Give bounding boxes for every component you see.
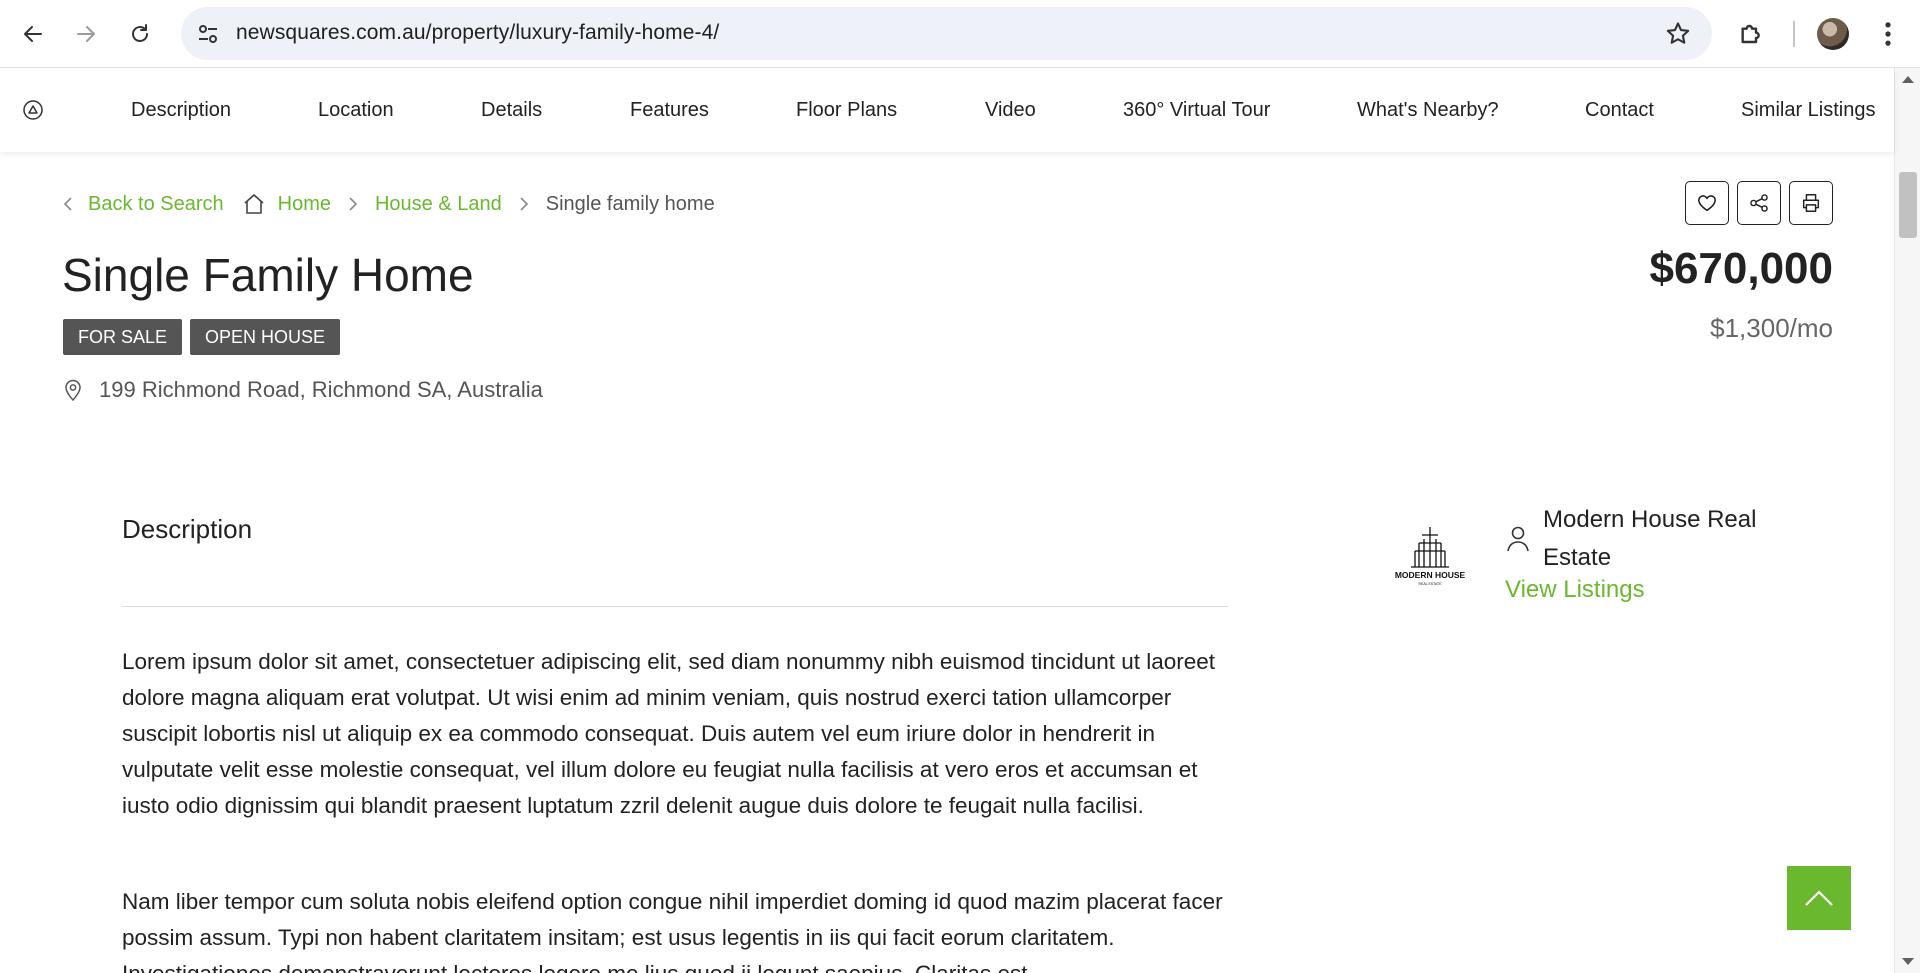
breadcrumb-home-link[interactable]: Home	[278, 193, 331, 216]
chevron-right-icon	[349, 197, 358, 211]
nav-item-floor-plans[interactable]: Floor Plans	[796, 99, 897, 122]
favorite-button[interactable]	[1685, 181, 1729, 225]
share-button[interactable]	[1737, 181, 1781, 225]
share-icon	[1750, 194, 1768, 212]
forward-arrow-icon[interactable]	[66, 14, 106, 54]
listing-actions	[1685, 181, 1833, 225]
nav-item-description[interactable]: Description	[131, 99, 231, 122]
view-listings-link[interactable]: View Listings	[1505, 576, 1645, 604]
print-button[interactable]	[1789, 181, 1833, 225]
listing-title: Single Family Home	[62, 249, 474, 301]
nav-item-whats-nearby[interactable]: What's Nearby?	[1357, 99, 1499, 122]
listing-price-monthly: $1,300/mo	[1710, 313, 1833, 343]
nav-item-similar-listings[interactable]: Similar Listings	[1741, 99, 1875, 122]
address-text: 199 Richmond Road, Richmond SA, Australi…	[99, 377, 543, 402]
site-info-icon[interactable]	[195, 21, 221, 47]
status-badge-for-sale[interactable]: FOR SALE	[63, 319, 183, 355]
address-bar[interactable]: newsquares.com.au/property/luxury-family…	[181, 7, 1712, 60]
scroll-top-circle-icon[interactable]	[22, 99, 44, 121]
description-divider	[122, 606, 1228, 607]
house-icon	[244, 194, 264, 214]
browser-toolbar: newsquares.com.au/property/luxury-family…	[0, 0, 1920, 68]
printer-icon	[1802, 194, 1820, 212]
property-section-nav: Description Location Details Features Fl…	[0, 69, 1894, 152]
profile-avatar[interactable]	[1817, 18, 1849, 50]
status-badge-open-house[interactable]: OPEN HOUSE	[190, 319, 341, 355]
map-pin-icon	[65, 379, 81, 402]
agent-name: Modern House Real Estate	[1543, 506, 1757, 571]
extensions-puzzle-icon[interactable]	[1736, 18, 1768, 50]
back-to-search-link[interactable]: Back to Search	[88, 193, 224, 216]
toolbar-divider	[1793, 21, 1795, 47]
heart-icon	[1698, 195, 1716, 212]
scroll-down-arrow-icon[interactable]	[1902, 958, 1914, 965]
scrollbar-thumb[interactable]	[1899, 172, 1917, 238]
chevron-up-icon	[1805, 890, 1833, 906]
breadcrumb-current: Single family home	[545, 192, 715, 215]
status-badges: FOR SALE OPEN HOUSE	[63, 319, 341, 355]
breadcrumb-category-link[interactable]: House & Land	[375, 193, 502, 216]
nav-item-features[interactable]: Features	[630, 99, 709, 122]
agency-logo[interactable]: MODERN HOUSE REAL ESTATE	[1389, 525, 1471, 587]
description-paragraph: Nam liber tempor cum soluta nobis eleife…	[122, 889, 1223, 973]
listing-address: 199 Richmond Road, Richmond SA, Australi…	[62, 377, 543, 403]
nav-item-details[interactable]: Details	[481, 99, 542, 122]
chevron-left-icon	[63, 197, 72, 211]
breadcrumb: Back to Search Home House & Land Single …	[62, 190, 715, 218]
nav-item-location[interactable]: Location	[318, 99, 394, 122]
description-paragraph: Lorem ipsum dolor sit amet, consectetuer…	[122, 649, 1216, 818]
nav-item-contact[interactable]: Contact	[1585, 99, 1654, 122]
user-icon	[1507, 526, 1529, 552]
chevron-right-icon	[520, 197, 528, 211]
browser-menu-icon[interactable]	[1874, 18, 1902, 50]
reload-icon[interactable]	[120, 14, 160, 54]
bookmark-star-icon[interactable]	[1664, 20, 1692, 48]
url-text[interactable]: newsquares.com.au/property/luxury-family…	[236, 21, 719, 45]
back-to-top-button[interactable]	[1787, 866, 1851, 930]
description-heading: Description	[122, 514, 253, 544]
scroll-up-arrow-icon[interactable]	[1902, 76, 1914, 83]
back-arrow-icon[interactable]	[13, 14, 53, 54]
listing-price: $670,000	[1649, 244, 1833, 293]
nav-item-video[interactable]: Video	[985, 99, 1036, 122]
logo-wordmark: MODERN HOUSE	[1395, 570, 1466, 580]
page-scrollbar[interactable]	[1894, 68, 1920, 973]
logo-subtext: REAL ESTATE	[1418, 582, 1442, 586]
nav-item-virtual-tour[interactable]: 360° Virtual Tour	[1123, 99, 1270, 122]
